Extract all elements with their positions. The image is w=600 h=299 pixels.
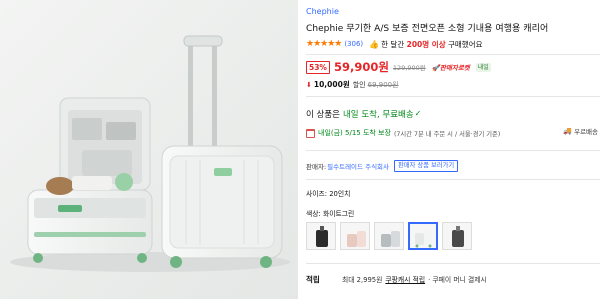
coupon-price: 69,900원 xyxy=(367,80,399,89)
rating-row: ★★★★★ (306) 👍 한 달간 200명 이상 구매했어요 xyxy=(306,38,482,50)
color-swatch-gray[interactable] xyxy=(374,222,404,250)
coupon-row: ⬇ 10,000원 할인 69,900원 xyxy=(306,79,399,90)
original-price: 129,900원 xyxy=(392,64,426,72)
tomorrow-badge: 내일 xyxy=(475,62,491,72)
shipping-day: 내일 도착, 무료배송 xyxy=(342,109,414,120)
delivery-date: 내일(금) 5/15 도착 보장 xyxy=(318,129,391,137)
check-icon: ✓ xyxy=(414,109,422,118)
seller-products-button[interactable]: 판매자 상품 보러가기 xyxy=(394,160,459,172)
sales-count: 200명 이상 xyxy=(406,39,446,49)
color-swatch-dark[interactable] xyxy=(442,222,472,250)
sales-suffix: 구매했어요 xyxy=(447,39,483,49)
color-swatches xyxy=(306,222,472,250)
brand-link[interactable]: Chephie xyxy=(306,7,339,16)
delivery-row: 내일(금) 5/15 도착 보장 (7시간 7분 내 주문 시 / 서울·경기 … xyxy=(306,126,600,140)
divider xyxy=(306,150,600,151)
coupon-discount: 10,000원 xyxy=(313,80,350,89)
sale-price: 59,900원 xyxy=(333,60,389,74)
suitcase-thumbnail-icon xyxy=(347,231,366,247)
rocket-label: 판매자로켓 xyxy=(439,64,470,72)
sales-prefix: 한 달간 xyxy=(381,39,405,49)
points-label: 적립 xyxy=(306,274,320,284)
divider xyxy=(306,54,600,55)
sales-info: 한 달간 200명 이상 구매했어요 xyxy=(381,39,482,50)
star-rating-icon: ★★★★★ xyxy=(306,39,342,49)
divider xyxy=(306,96,600,97)
points-text: 최대 2,995원 xyxy=(342,276,383,284)
price-row: 53% 59,900원 129,900원 🚀판매자로켓 내일 xyxy=(306,60,491,74)
suitcase-illustration xyxy=(0,0,298,299)
product-image[interactable] xyxy=(0,0,298,299)
color-swatch-pink[interactable] xyxy=(340,222,370,250)
rocket-delivery-label: 우르배송 xyxy=(574,128,598,136)
rocket-delivery-button[interactable]: 🚚 우르배송 xyxy=(563,126,598,136)
seller-name-link[interactable]: 필수트레이드 주식회사 xyxy=(327,161,389,171)
color-option-label: 색상: 화이트그린 xyxy=(306,210,355,218)
divider xyxy=(306,179,600,180)
calendar-icon xyxy=(306,128,315,138)
shipping-summary: 이 상품은 내일 도착, 무료배송 ✓ xyxy=(306,107,421,120)
review-count-link[interactable]: (306) xyxy=(344,40,363,48)
seller-label: 판매자: xyxy=(306,163,327,171)
coupang-cash-link[interactable]: 쿠팡캐시 적립 xyxy=(385,274,425,284)
suitcase-thumbnail-icon xyxy=(452,226,464,247)
shipping-lead: 이 상품은 xyxy=(306,109,340,120)
size-option[interactable]: 사이즈: 20인치 xyxy=(306,188,350,198)
suitcase-thumbnail-icon xyxy=(415,230,432,248)
divider xyxy=(306,263,600,264)
suitcase-thumbnail-icon xyxy=(381,231,400,247)
seller-row: 판매자: 필수트레이드 주식회사 판매자 상품 보러가기 xyxy=(306,160,459,172)
suitcase-thumbnail-icon xyxy=(316,226,328,247)
delivery-note: (7시간 7분 내 주문 시 / 서울·경기 기준) xyxy=(393,130,501,138)
points-row: 적립 최대 2,995원 쿠팡캐시 적립 · 쿠페이 머니 결제시 xyxy=(306,273,487,285)
truck-icon: 🚚 xyxy=(563,127,573,135)
rocket-badge: 🚀판매자로켓 xyxy=(431,64,470,72)
color-swatch-black[interactable] xyxy=(306,222,336,250)
thumbs-up-icon: 👍 xyxy=(369,39,380,49)
discount-badge: 53% xyxy=(306,60,330,74)
product-info: Chephie Chephie 무기한 A/S 보증 전면오픈 소형 기내용 여… xyxy=(306,0,600,299)
down-arrow-icon: ⬇ xyxy=(306,80,312,89)
product-title: Chephie 무기한 A/S 보증 전면오픈 소형 기내용 여행용 캐리어 xyxy=(306,24,549,34)
coupon-label: 할인 xyxy=(352,80,366,89)
color-swatch-white-green[interactable] xyxy=(408,222,438,250)
points-extra: · 쿠페이 머니 결제시 xyxy=(428,276,487,284)
